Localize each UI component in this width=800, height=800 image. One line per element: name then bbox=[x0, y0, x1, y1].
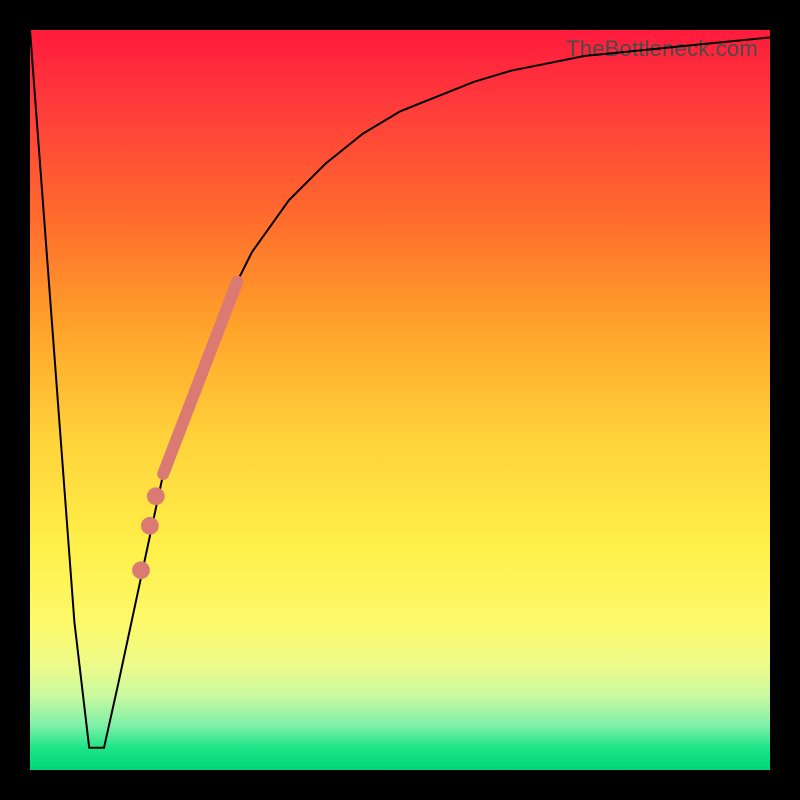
highlight-dot bbox=[141, 517, 159, 535]
chart-content bbox=[30, 30, 770, 748]
highlight-segment bbox=[163, 282, 237, 474]
gradient-plot-area: TheBottleneck.com bbox=[30, 30, 770, 770]
main-curve bbox=[30, 30, 770, 748]
chart-frame: TheBottleneck.com bbox=[0, 0, 800, 800]
highlight-dot bbox=[147, 487, 165, 505]
chart-overlay bbox=[30, 30, 770, 770]
highlight-dot bbox=[132, 561, 150, 579]
